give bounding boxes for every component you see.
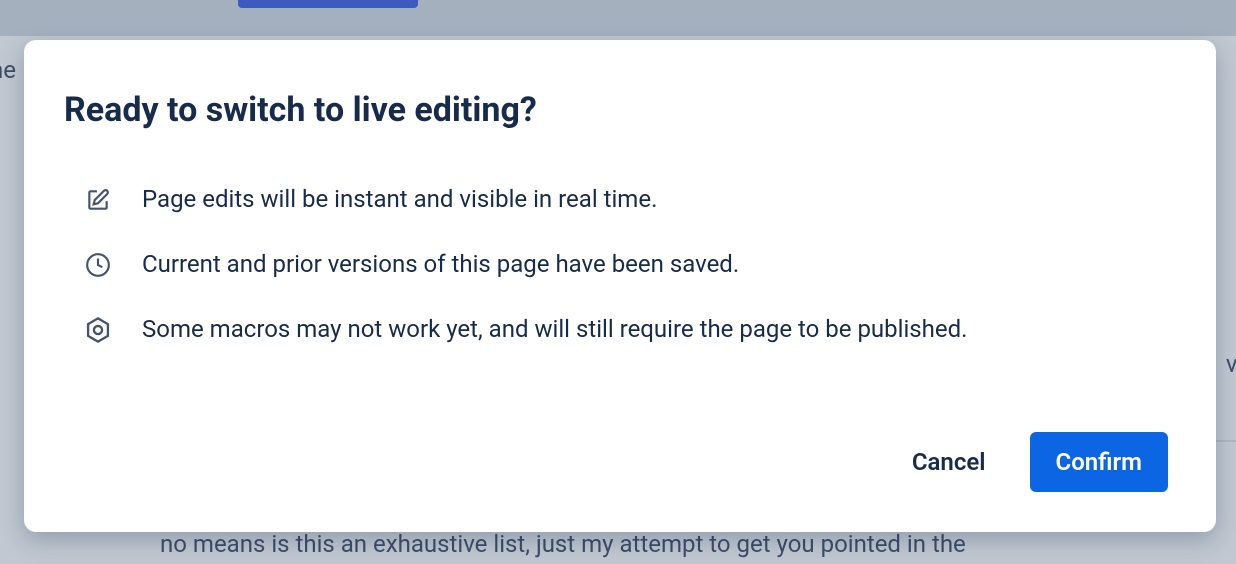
info-text: Page edits will be instant and visible i… <box>142 184 657 215</box>
backdrop-top-bar-region <box>0 0 1236 36</box>
edit-icon <box>84 186 112 214</box>
info-item-realtime: Page edits will be instant and visible i… <box>84 184 1168 215</box>
info-text: Some macros may not work yet, and will s… <box>142 314 968 345</box>
clock-icon <box>84 251 112 279</box>
cancel-button[interactable]: Cancel <box>904 432 994 492</box>
settings-hex-icon <box>84 316 112 344</box>
backdrop-highlight-bar <box>238 0 418 8</box>
live-editing-modal: Ready to switch to live editing? Page ed… <box>24 40 1216 532</box>
confirm-button[interactable]: Confirm <box>1030 432 1169 492</box>
modal-footer: Cancel Confirm <box>64 432 1168 492</box>
info-item-macros: Some macros may not work yet, and will s… <box>84 314 1168 345</box>
info-item-versions: Current and prior versions of this page … <box>84 249 1168 280</box>
info-text: Current and prior versions of this page … <box>142 249 739 280</box>
modal-title: Ready to switch to live editing? <box>64 90 1168 130</box>
modal-info-list: Page edits will be instant and visible i… <box>64 184 1168 346</box>
